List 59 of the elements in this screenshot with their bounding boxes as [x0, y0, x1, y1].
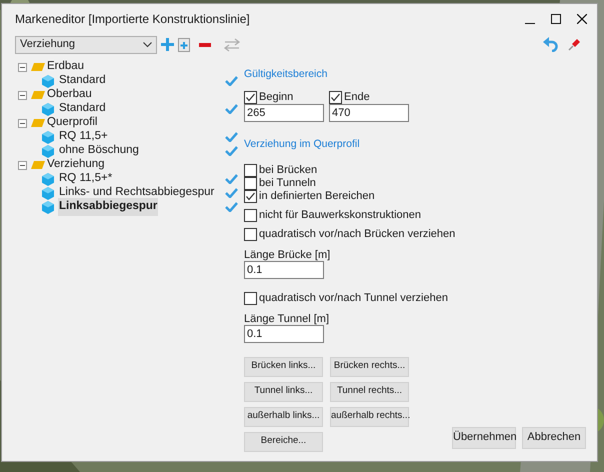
cube-icon [42, 102, 54, 116]
collapse-icon[interactable] [18, 118, 27, 128]
window-title: Markeneditor [Importierte Konstruktionslinie] [15, 10, 250, 28]
cube-icon [42, 74, 54, 88]
input-field[interactable]: 265 [244, 104, 324, 122]
input-field[interactable]: 0.1 [244, 260, 324, 278]
folder-icon [31, 119, 45, 127]
tree-item[interactable]: Linksabbiegespur [58, 198, 158, 216]
cube-icon [42, 172, 54, 186]
checkbox[interactable] [244, 208, 257, 222]
checkbox[interactable] [244, 164, 257, 176]
collapse-icon[interactable] [18, 62, 27, 72]
checkbox-label: bei Tunneln [259, 176, 316, 191]
dropdown[interactable]: Verziehung [15, 36, 157, 54]
checkbox[interactable] [244, 228, 257, 240]
cube-icon [42, 130, 54, 144]
checkbox[interactable] [244, 176, 257, 190]
button[interactable]: außerhalb rechts... [330, 406, 409, 426]
button[interactable]: außerhalb links... [244, 406, 323, 426]
checkbox[interactable] [244, 190, 257, 202]
button[interactable]: Brücken rechts... [330, 356, 409, 376]
button[interactable]: Abbrechen [522, 426, 586, 448]
add-icon[interactable] [161, 38, 174, 51]
button[interactable]: Tunnel links... [244, 382, 323, 402]
folder-icon [31, 161, 45, 169]
field-label: Länge Brücke [m] [244, 248, 332, 260]
chevron-icon [143, 42, 152, 48]
button[interactable]: Übernehmen [452, 426, 516, 448]
checkbox-label: bei Brücken [259, 162, 318, 178]
add-child-icon[interactable] [178, 38, 190, 52]
cube-icon [42, 200, 54, 214]
checkbox-label: quadratisch vor/nach Brücken verziehen [259, 226, 456, 242]
section-heading: Verziehung im Querprofil [244, 136, 361, 152]
checkbox-label: in definierten Bereichen [259, 188, 375, 204]
section-heading: Gültigkeitsbereich [244, 67, 328, 82]
input-field[interactable]: 470 [329, 104, 409, 122]
button[interactable]: Tunnel rechts... [330, 382, 409, 402]
checkbox-label: nicht für Bauwerkskonstruktionen [259, 208, 422, 223]
checkbox[interactable] [244, 292, 257, 304]
field-label: Länge Tunnel [m] [244, 312, 330, 324]
button[interactable]: Brücken links... [244, 356, 323, 376]
remove-icon[interactable] [199, 42, 211, 46]
close-icon[interactable] [577, 14, 587, 24]
pin-icon[interactable] [568, 38, 581, 51]
checkbox-label: Beginn [259, 90, 294, 105]
collapse-icon[interactable] [18, 160, 27, 170]
folder-icon [31, 91, 45, 99]
undo-icon[interactable] [543, 37, 558, 52]
checkbox-label: quadratisch vor/nach Tunnel verziehen [259, 290, 448, 306]
input-field[interactable]: 0.1 [244, 324, 324, 342]
cube-icon [42, 144, 54, 158]
folder-icon [31, 63, 45, 71]
checkbox[interactable] [329, 90, 342, 104]
cube-icon [42, 186, 54, 200]
checkbox-label: Ende [344, 90, 370, 105]
button[interactable]: Bereiche... [244, 432, 323, 452]
checkbox[interactable] [244, 90, 257, 104]
collapse-icon[interactable] [18, 90, 27, 100]
maximize-icon[interactable] [551, 14, 561, 24]
